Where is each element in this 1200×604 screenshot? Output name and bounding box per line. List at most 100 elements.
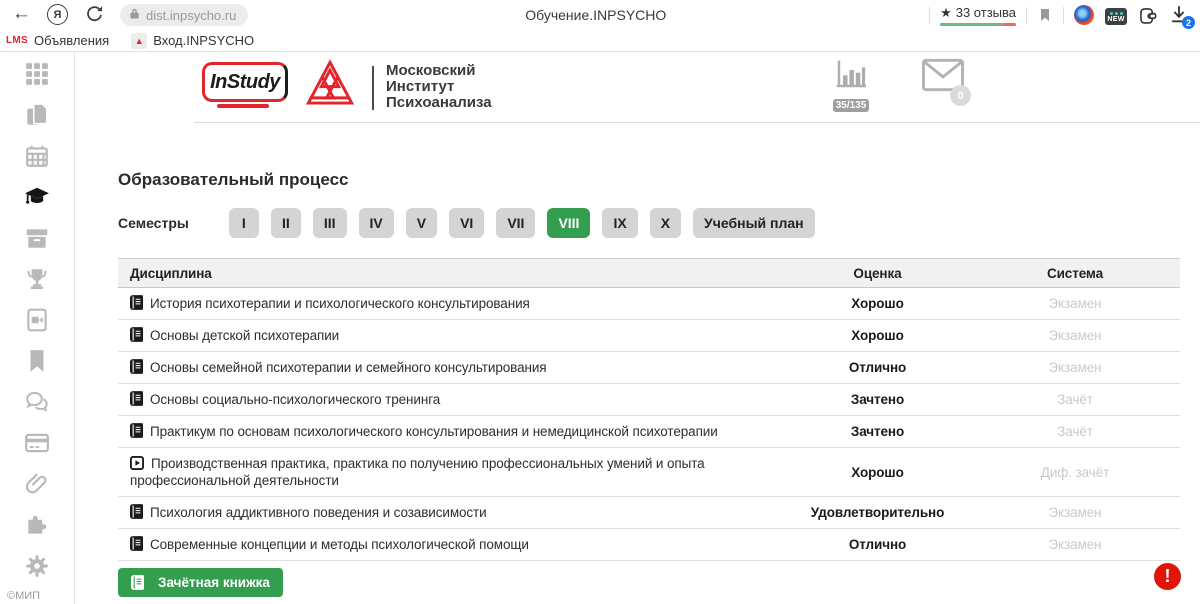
bookmark-label: Вход.INPSYCHO [153, 33, 254, 48]
book-icon [130, 359, 143, 374]
gradebook-button[interactable]: Зачётная книжка [118, 568, 283, 597]
book-icon [130, 391, 143, 406]
address-bar[interactable]: dist.inpsycho.ru [120, 4, 248, 26]
download-icon[interactable]: 2 [1168, 3, 1192, 27]
book-icon [130, 423, 143, 438]
system-cell: Экзамен [970, 360, 1180, 375]
semester-button-x[interactable]: X [650, 208, 681, 238]
profile-icon[interactable]: Я [47, 4, 68, 25]
alert-icon[interactable]: ! [1154, 563, 1181, 590]
sidebar-item-documents[interactable] [23, 104, 51, 130]
bar-chart-icon [833, 58, 869, 90]
sidebar-item-grid[interactable] [23, 63, 51, 89]
discipline-name: Современные концепции и методы психологи… [150, 537, 529, 552]
sidebar-item-chat[interactable] [23, 391, 51, 417]
book-icon [130, 295, 143, 310]
sidebar-item-video-file[interactable] [23, 309, 51, 335]
refresh-icon[interactable] [84, 4, 105, 25]
table-row[interactable]: Основы семейной психотерапии и семейного… [118, 352, 1180, 384]
grade-cell: Хорошо [785, 465, 970, 480]
sidebar-item-graduation-cap[interactable] [23, 186, 51, 212]
rating-bar [940, 23, 1016, 26]
sidebar-nav: ©МИП [0, 52, 75, 604]
sidebar-item-trophy[interactable] [23, 268, 51, 294]
lms-icon: LMS [6, 35, 28, 46]
semester-button-учебный-план[interactable]: Учебный план [693, 208, 815, 238]
semester-button-iv[interactable]: IV [359, 208, 394, 238]
table-row[interactable]: Основы социально-психологического тренин… [118, 384, 1180, 416]
download-badge: 2 [1182, 16, 1195, 29]
table-header: Дисциплина Оценка Система [118, 258, 1180, 288]
progress-stats[interactable]: 35/135 [831, 58, 871, 113]
semester-button-ii[interactable]: II [271, 208, 301, 238]
extension-new-icon[interactable]: NEW [1105, 8, 1127, 25]
bookmark-item[interactable]: LMSОбъявления [6, 33, 109, 48]
bookmark-flag-icon[interactable] [1037, 6, 1053, 24]
system-cell: Зачёт [970, 392, 1180, 407]
instudy-logo[interactable]: InStudy [202, 62, 288, 102]
table-row[interactable]: Психология аддиктивного поведения и соза… [118, 497, 1180, 529]
toolbar-right: ★ 33 отзыва NEW 2 [929, 0, 1192, 30]
semester-button-i[interactable]: I [229, 208, 259, 238]
back-icon[interactable]: ← [12, 3, 31, 25]
table-row[interactable]: Основы детской психотерапииХорошоЭкзамен [118, 320, 1180, 352]
sidebar-item-paperclip[interactable] [23, 473, 51, 499]
semester-button-iii[interactable]: III [313, 208, 347, 238]
table-row[interactable]: История психотерапии и психологического … [118, 288, 1180, 320]
mip-favicon: ▲ [131, 33, 147, 49]
mail-badge: 0 [950, 85, 971, 106]
messages-button[interactable]: 0 [921, 56, 967, 100]
grade-cell: Отлично [785, 537, 970, 552]
table-row[interactable]: Производственная практика, практика по п… [118, 448, 1180, 497]
discipline-cell: Практикум по основам психологического ко… [118, 423, 785, 440]
table-row[interactable]: Практикум по основам психологического ко… [118, 416, 1180, 448]
browser-toolbar: ← Я dist.inpsycho.ru Обучение.INPSYCHO ★… [0, 0, 1200, 30]
semester-button-vi[interactable]: VI [449, 208, 484, 238]
sidebar-item-calendar[interactable] [23, 145, 51, 171]
discipline-name: Психология аддиктивного поведения и соза… [150, 505, 487, 520]
sidebar-item-bookmark[interactable] [23, 350, 51, 376]
gear-icon [24, 553, 50, 584]
semester-button-v[interactable]: V [406, 208, 437, 238]
column-system: Система [970, 266, 1180, 281]
sidebar-list [0, 52, 74, 581]
mip-triangle-logo[interactable] [304, 58, 356, 110]
semester-button-ix[interactable]: IX [602, 208, 637, 238]
sidebar-item-gear[interactable] [23, 555, 51, 581]
star-icon: ★ [940, 5, 952, 21]
sidebar-item-card[interactable] [23, 432, 51, 458]
institute-name: Московский Институт Психоанализа [386, 63, 492, 111]
calendar-icon [24, 143, 50, 174]
extension-glove-icon[interactable] [1137, 5, 1158, 26]
grade-cell: Хорошо [785, 328, 970, 343]
site-reviews[interactable]: ★ 33 отзыва [940, 5, 1016, 26]
book-icon [130, 327, 143, 342]
sidebar-item-archive-box[interactable] [23, 227, 51, 253]
instudy-logo-text: InStudy [210, 71, 280, 94]
grade-cell: Хорошо [785, 296, 970, 311]
discipline-name: История психотерапии и психологического … [150, 296, 530, 311]
extension-browser-icon[interactable] [1074, 5, 1095, 26]
grade-cell: Зачтено [785, 392, 970, 407]
bookmark-icon [24, 348, 50, 379]
table-row[interactable]: Современные концепции и методы психологи… [118, 529, 1180, 561]
bookmark-item[interactable]: ▲ Вход.INPSYCHO [131, 33, 254, 49]
system-cell: Экзамен [970, 328, 1180, 343]
archive-box-icon [24, 225, 50, 256]
system-cell: Экзамен [970, 296, 1180, 311]
column-discipline: Дисциплина [118, 265, 785, 282]
discipline-name: Основы семейной психотерапии и семейного… [150, 360, 546, 375]
institute-line: Институт [386, 79, 492, 95]
semester-button-vii[interactable]: VII [496, 208, 535, 238]
grade-cell: Зачтено [785, 424, 970, 439]
divider [929, 7, 930, 24]
chat-icon [24, 389, 50, 420]
table-body: История психотерапии и психологического … [118, 288, 1180, 561]
grid-icon [24, 61, 50, 92]
sidebar-item-puzzle[interactable] [23, 514, 51, 540]
video-file-icon [24, 307, 50, 338]
divider [1063, 7, 1064, 24]
discipline-name: Основы социально-психологического тренин… [150, 392, 440, 407]
discipline-cell: Современные концепции и методы психологи… [118, 536, 785, 553]
semester-button-viii[interactable]: VIII [547, 208, 590, 238]
